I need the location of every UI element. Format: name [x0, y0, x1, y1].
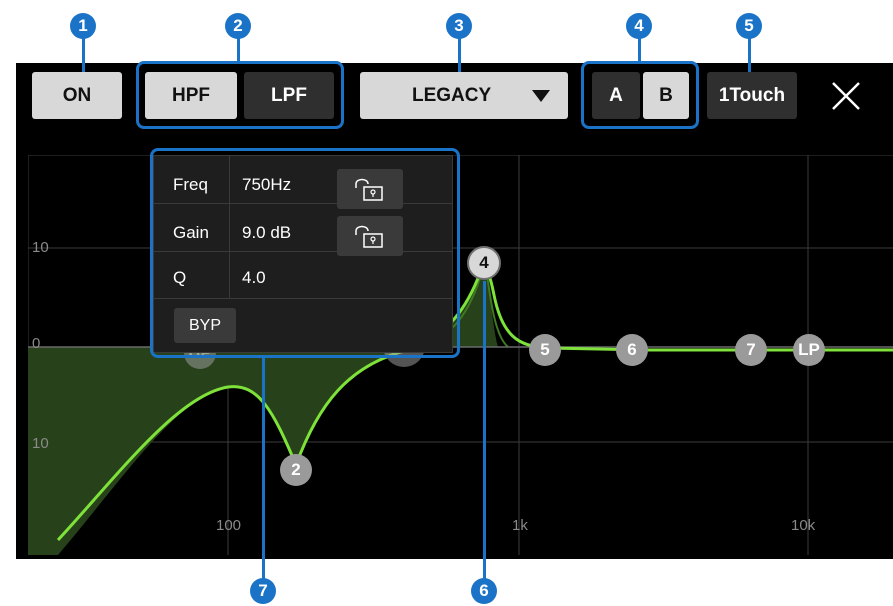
x-label-10k: 10k: [791, 517, 816, 534]
y-label-minus10: 10: [32, 435, 49, 452]
onetouch-button[interactable]: 1Touch: [707, 72, 797, 119]
callout-line-5: [748, 36, 751, 72]
bypass-button[interactable]: BYP: [174, 308, 236, 343]
y-label-zero: 0: [32, 335, 41, 352]
band-node-5[interactable]: 5: [529, 334, 561, 366]
callout-line-7: [262, 358, 265, 582]
close-button[interactable]: [826, 76, 866, 116]
callout-badge-5: 5: [736, 13, 762, 39]
callout-line-3: [458, 36, 461, 72]
band-node-7[interactable]: 7: [735, 334, 767, 366]
band-parameter-popup: Freq 750Hz Gain 9.0 dB Q 4.0 BYP: [153, 155, 453, 353]
gain-lock-button[interactable]: [337, 216, 403, 256]
band-node-6[interactable]: 6: [616, 334, 648, 366]
hpf-button[interactable]: HPF: [145, 72, 237, 119]
freq-label: Freq: [173, 175, 208, 194]
callout-line-2: [237, 36, 240, 62]
band-node-2[interactable]: 2: [280, 454, 312, 486]
callout-badge-4: 4: [626, 13, 652, 39]
eq-on-button[interactable]: ON: [32, 72, 122, 119]
callout-line-1: [82, 36, 85, 72]
q-label: Q: [173, 268, 187, 287]
x-label-100: 100: [216, 517, 242, 534]
band-node-4[interactable]: 4: [467, 246, 501, 280]
close-icon: [832, 82, 860, 110]
eq-type-select[interactable]: LEGACY: [360, 72, 568, 119]
lpf-button[interactable]: LPF: [244, 72, 334, 119]
eq-b-button[interactable]: B: [643, 72, 689, 119]
callout-badge-7: 7: [250, 578, 276, 604]
callout-line-4: [638, 36, 641, 62]
gain-label: Gain: [173, 223, 209, 242]
freq-value[interactable]: 750Hz: [242, 175, 291, 195]
callout-badge-2: 2: [225, 13, 251, 39]
x-label-1k: 1k: [512, 517, 528, 534]
unlock-icon: [355, 178, 383, 201]
q-value[interactable]: 4.0: [242, 268, 266, 288]
popup-divider: [154, 251, 452, 252]
popup-divider: [229, 156, 230, 298]
freq-lock-button[interactable]: [337, 169, 403, 209]
unlock-icon: [355, 225, 383, 248]
y-label-plus10: 10: [32, 239, 49, 256]
popup-divider: [154, 298, 452, 299]
callout-badge-6: 6: [471, 578, 497, 604]
callout-badge-3: 3: [446, 13, 472, 39]
dropdown-arrow-icon: [532, 90, 550, 102]
callout-line-6: [483, 281, 486, 581]
eq-type-value: LEGACY: [412, 84, 492, 106]
callout-badge-1: 1: [70, 13, 96, 39]
popup-divider: [154, 203, 452, 204]
gain-value[interactable]: 9.0 dB: [242, 223, 291, 243]
eq-a-button[interactable]: A: [592, 72, 640, 119]
band-node-lp[interactable]: LP: [793, 334, 825, 366]
